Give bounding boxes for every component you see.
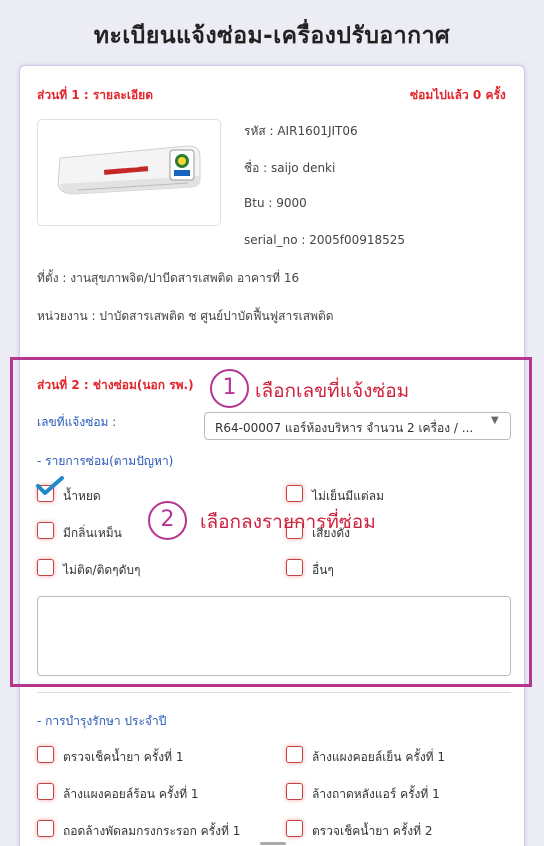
repair-count: ซ่อมไปแล้ว 0 ครั้ง: [410, 88, 506, 102]
checkbox-clean-evaporator-1-label: ล้างแผงคอยล์เย็น ครั้งที่ 1: [312, 750, 446, 764]
annotation-number-2: 2: [148, 501, 187, 540]
product-image: SAIJO DENKI: [37, 119, 221, 226]
equipment-name: ชื่อ : saijo denki: [244, 161, 336, 175]
checkbox-refrigerant-check-1[interactable]: [37, 746, 54, 763]
equipment-btu: Btu : 9000: [244, 196, 307, 210]
checkbox-refrigerant-check-1-label: ตรวจเช็คน้ำยา ครั้งที่ 1: [63, 750, 184, 764]
checkbox-clean-tray-1-label: ล้างถาดหลังแอร์ ครั้งที่ 1: [312, 787, 440, 801]
checkbox-clean-blower-1[interactable]: [37, 820, 54, 837]
maintenance-label: - การบำรุงรักษา ประจำปี: [37, 714, 167, 728]
checkbox-clean-blower-1-label: ถอดล้างพัดลมกรงกระรอก ครั้งที่ 1: [63, 824, 241, 838]
equipment-location: ที่ตั้ง : งานสุขภาพจิต/ปาบีดสารเสพติด อา…: [37, 271, 300, 285]
equipment-department: หน่วยงาน : ปาบัดสารเสพติด ช ศูนย์ปาบัดฟื…: [37, 309, 334, 323]
annotation-number-1: 1: [210, 369, 249, 408]
product-brand-logo: SAIJO DENKI: [120, 165, 139, 169]
equipment-serial: serial_no : 2005f00918525: [244, 233, 406, 247]
checkbox-clean-evaporator-1[interactable]: [286, 746, 303, 763]
checkbox-clean-tray-1[interactable]: [286, 783, 303, 800]
section1-heading: ส่วนที่ 1 : รายละเอียด: [37, 88, 154, 102]
checkbox-clean-condenser-1-label: ล้างแผงคอยล์ร้อน ครั้งที่ 1: [63, 787, 199, 801]
checkbox-refrigerant-check-2[interactable]: [286, 820, 303, 837]
equipment-code: รหัส : AIR1601JIT06: [244, 124, 358, 138]
annotation-text-2: เลือกลงรายการที่ซ่อม: [200, 511, 376, 533]
page-title: ทะเบียนแจ้งซ่อม-เครื่องปรับอากาศ: [93, 23, 451, 49]
divider: [37, 692, 511, 693]
checkbox-clean-condenser-1[interactable]: [37, 783, 54, 800]
annotation-text-1: เลือกเลขที่แจ้งซ่อม: [255, 380, 410, 402]
checkbox-refrigerant-check-2-label: ตรวจเช็คน้ำยา ครั้งที่ 2: [312, 824, 433, 838]
scroll-handle[interactable]: [260, 842, 286, 845]
